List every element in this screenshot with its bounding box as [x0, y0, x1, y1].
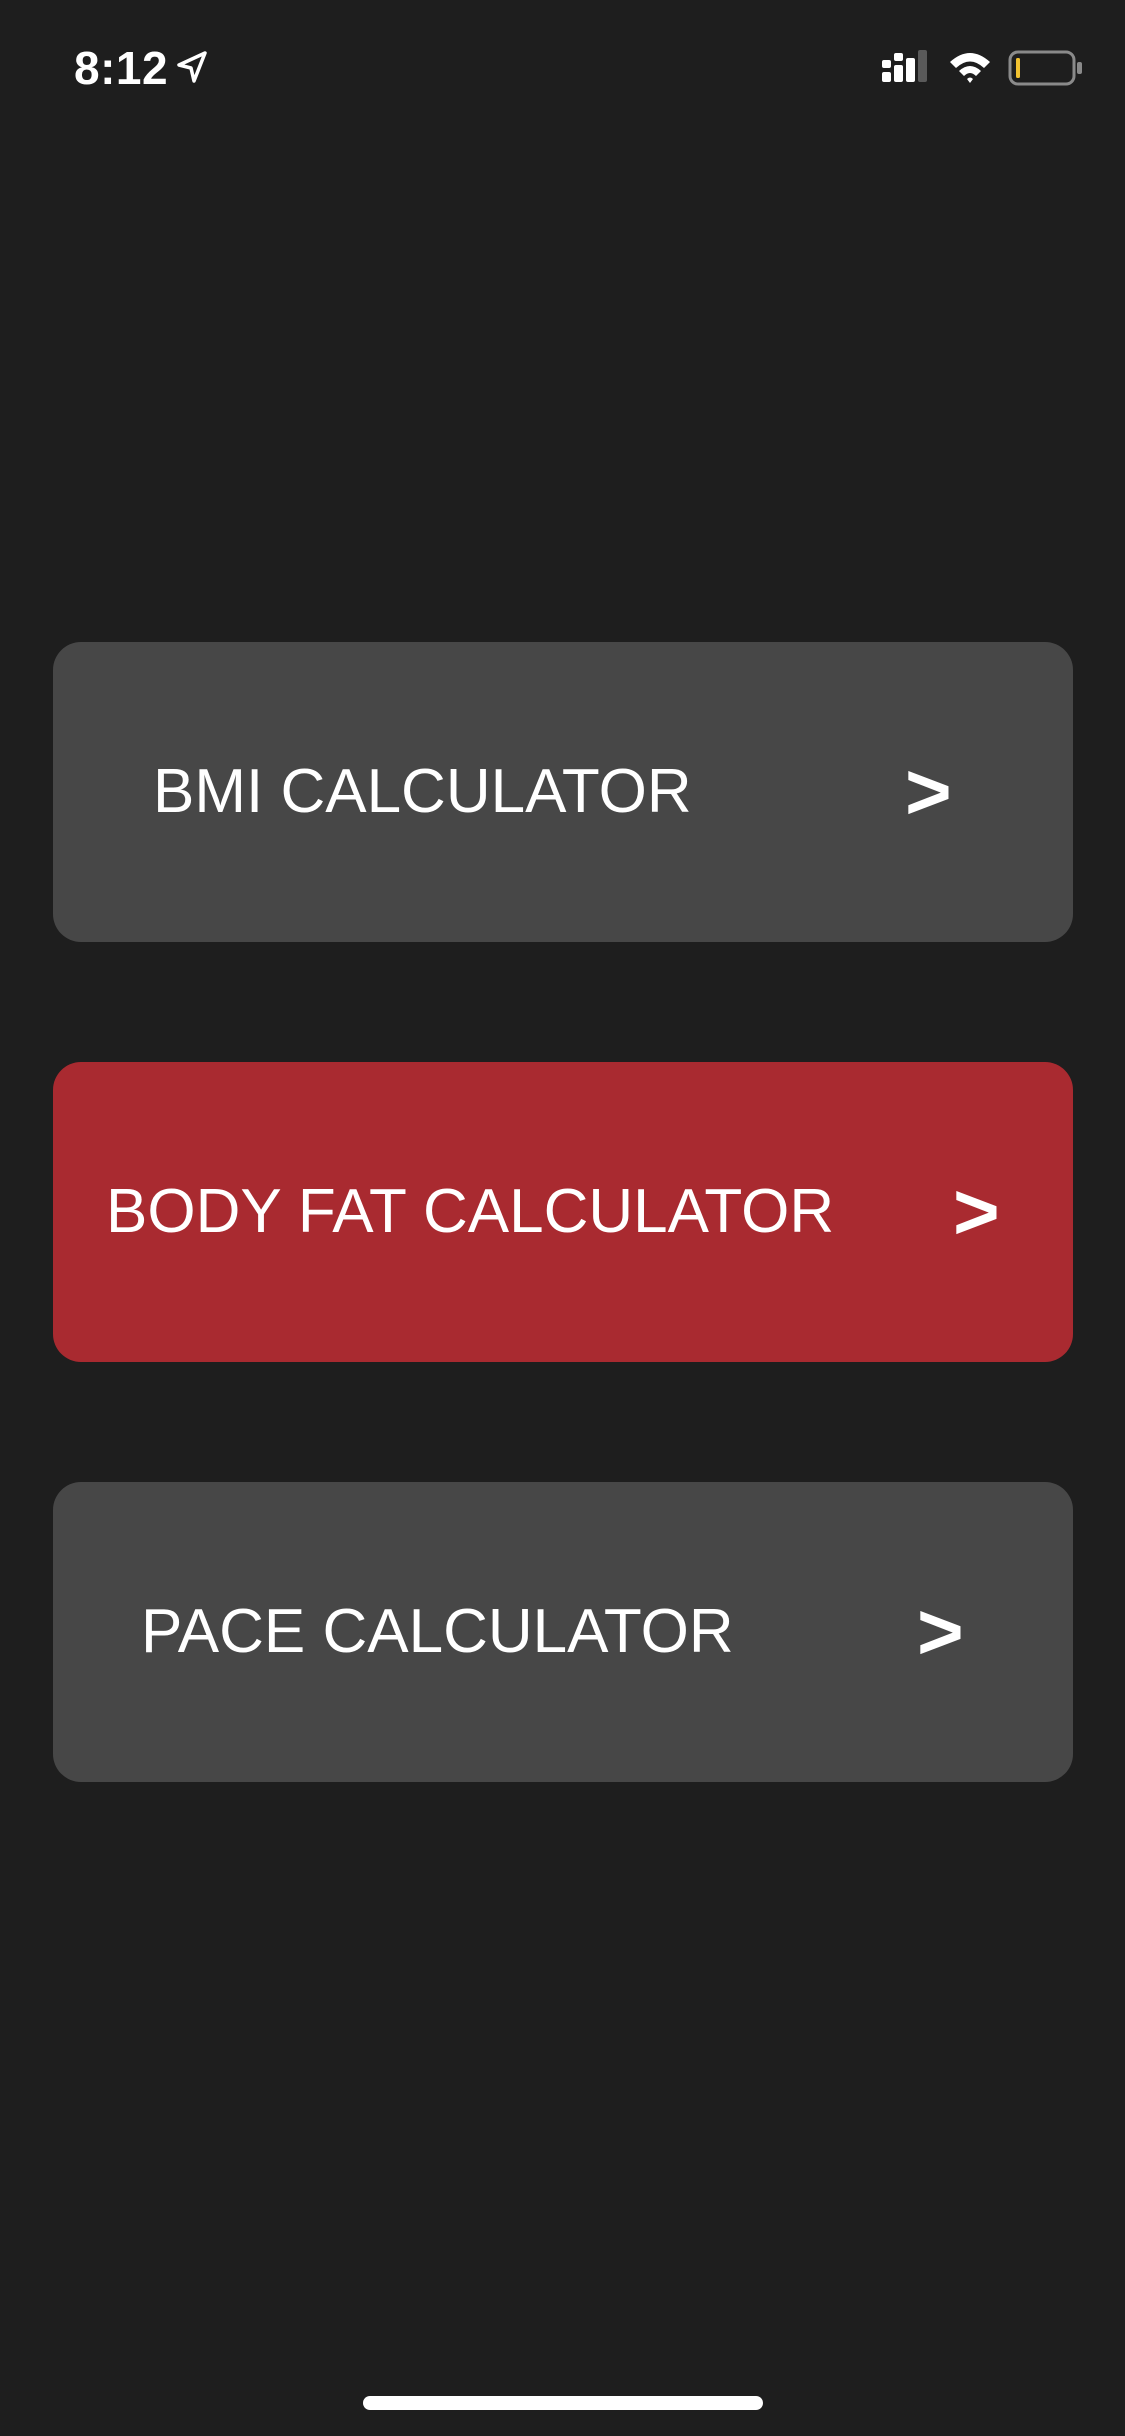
battery-icon: [1008, 50, 1082, 86]
body-fat-calculator-label: BODY FAT CALCULATOR: [106, 1177, 835, 1246]
location-arrow-icon: [177, 51, 207, 83]
chevron-right-icon: >: [917, 1587, 964, 1676]
pace-calculator-label: PACE CALCULATOR: [141, 1597, 734, 1666]
app-screen: 8:12 BMI CALCULATOR > BODY FAT CALCULATO…: [0, 0, 1125, 2436]
chevron-right-icon: >: [953, 1167, 1000, 1256]
chevron-right-icon: >: [905, 747, 952, 836]
body-fat-calculator-button[interactable]: BODY FAT CALCULATOR >: [53, 1062, 1073, 1362]
bmi-calculator-button[interactable]: BMI CALCULATOR >: [53, 642, 1073, 942]
status-time: 8:12: [74, 42, 169, 94]
home-indicator[interactable]: [363, 2396, 763, 2410]
bmi-calculator-label: BMI CALCULATOR: [153, 757, 692, 826]
status-bar: 8:12: [0, 0, 1125, 140]
pace-calculator-button[interactable]: PACE CALCULATOR >: [53, 1482, 1073, 1782]
cellular-signal-icon: [882, 50, 927, 82]
wifi-icon: [950, 53, 990, 83]
